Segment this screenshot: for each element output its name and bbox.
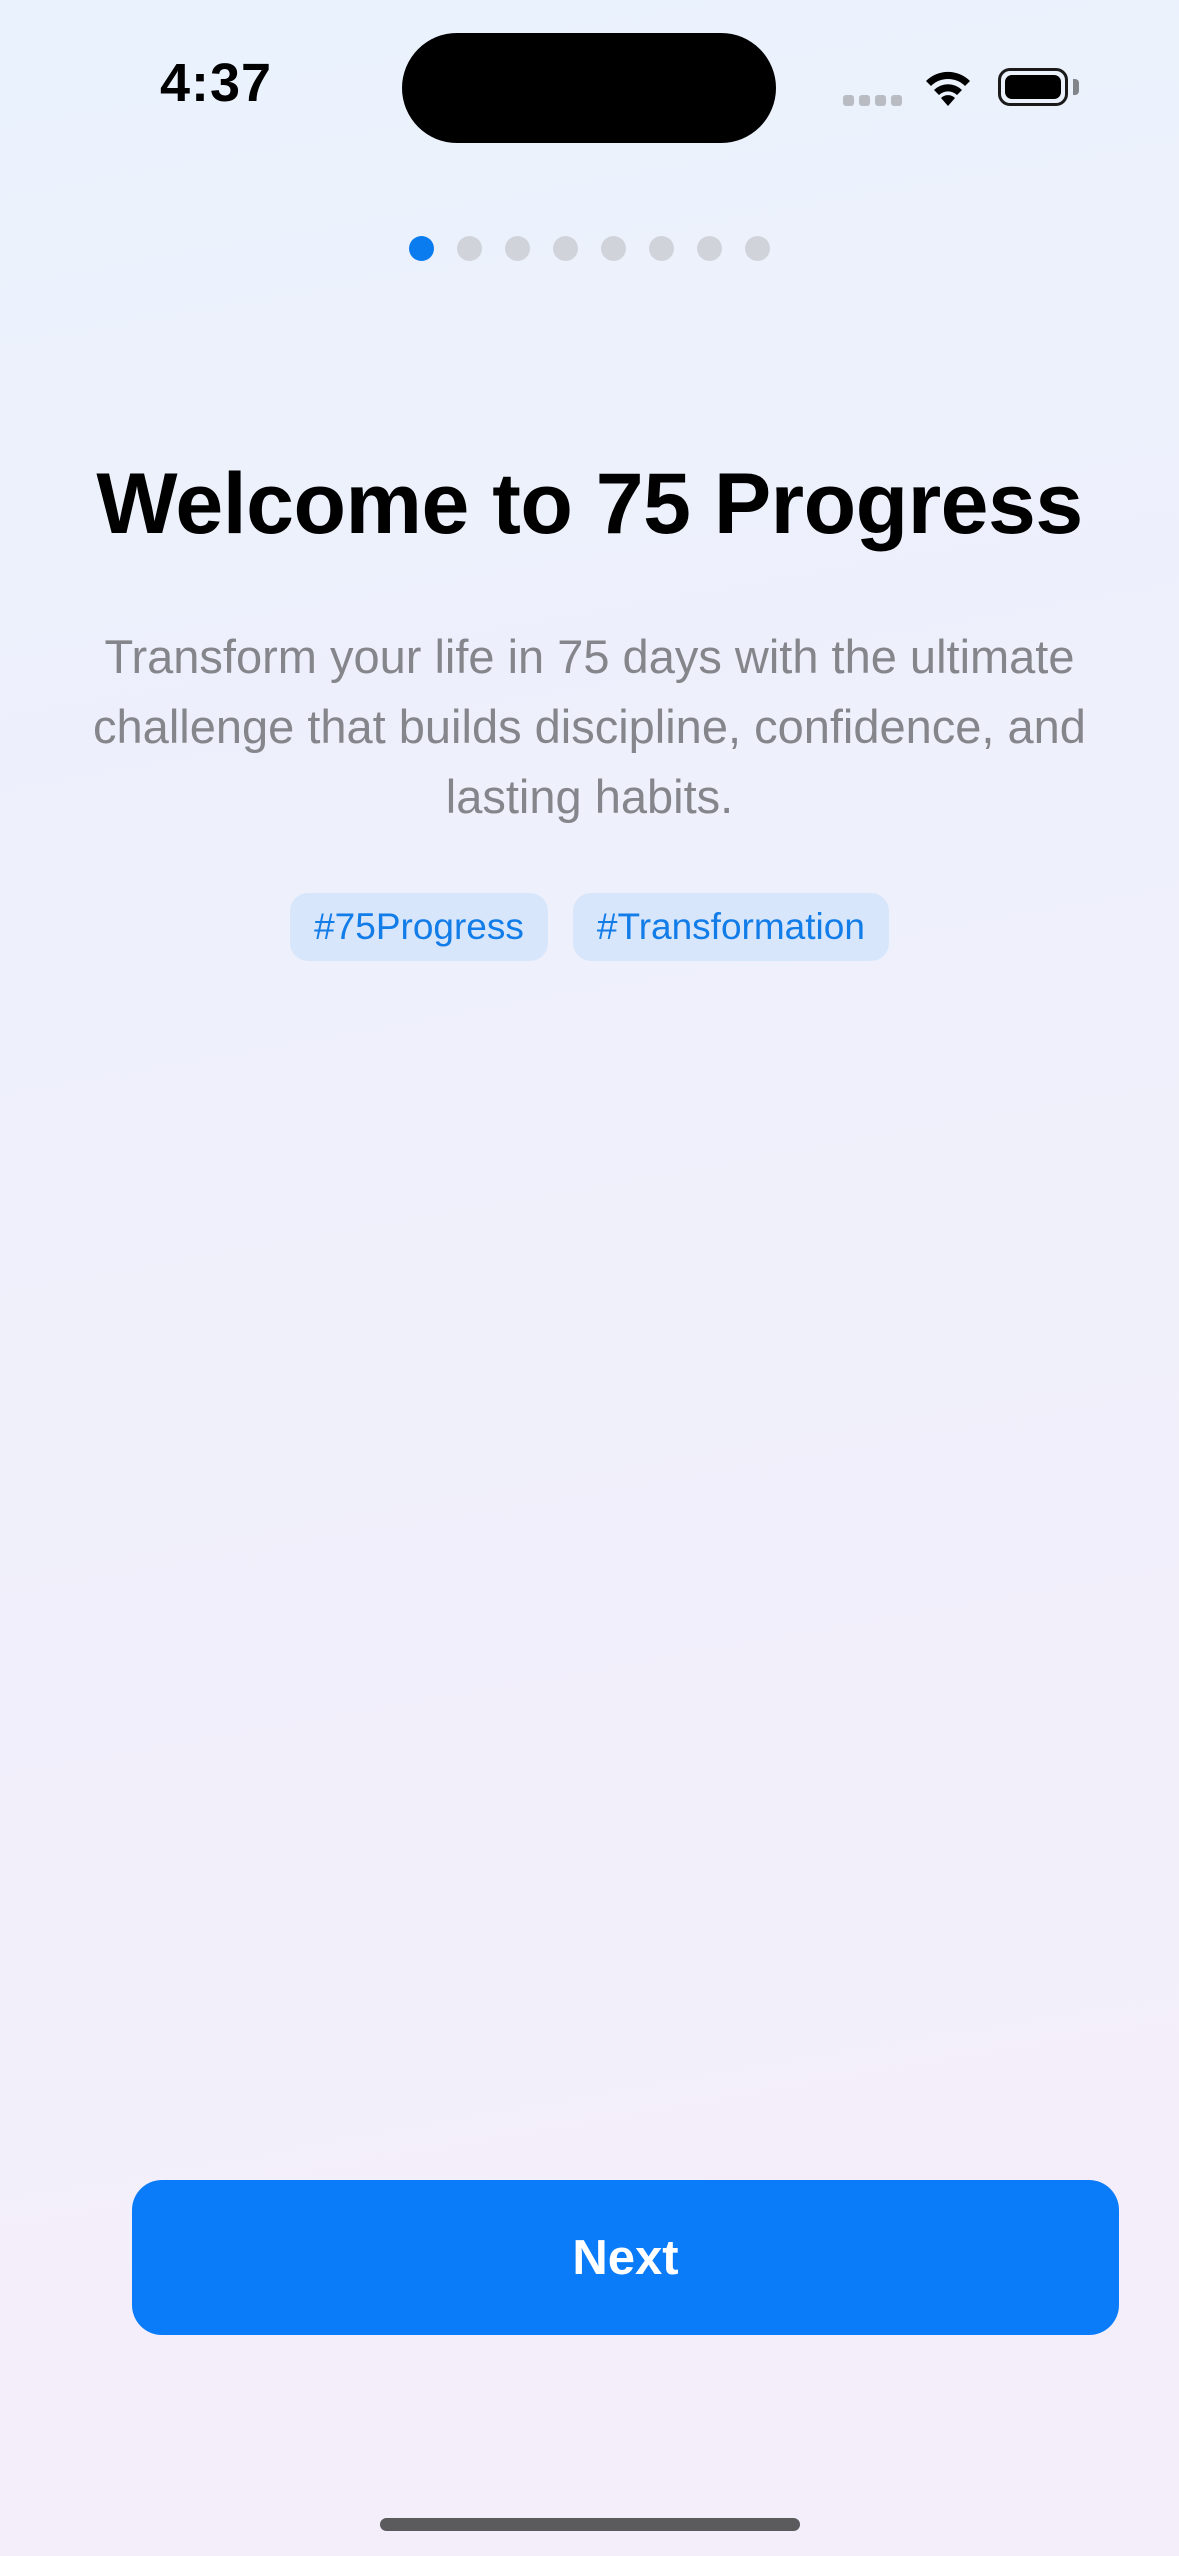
- status-time: 4:37: [160, 53, 273, 113]
- dynamic-island: [402, 33, 776, 143]
- page-dot[interactable]: [553, 236, 578, 261]
- cellular-signal-icon: [843, 93, 907, 111]
- home-indicator[interactable]: [380, 2518, 800, 2531]
- page-dot[interactable]: [745, 236, 770, 261]
- page-dot[interactable]: [601, 236, 626, 261]
- page-dot[interactable]: [697, 236, 722, 261]
- page-dot-active[interactable]: [409, 236, 434, 261]
- page-title: Welcome to 75 Progress: [96, 456, 1083, 552]
- wifi-icon: [922, 66, 974, 108]
- hashtag-list: #75Progress #Transformation: [0, 893, 1179, 961]
- page-indicator[interactable]: [0, 236, 1179, 261]
- next-button[interactable]: Next: [132, 2180, 1119, 2335]
- page-dot[interactable]: [649, 236, 674, 261]
- battery-icon: [998, 68, 1068, 106]
- battery-cap: [1073, 79, 1079, 95]
- hashtag-badge: #Transformation: [572, 893, 889, 961]
- page-subtitle: Transform your life in 75 days with the …: [93, 630, 1086, 823]
- page-dot[interactable]: [505, 236, 530, 261]
- page-dot[interactable]: [457, 236, 482, 261]
- hashtag-badge: #75Progress: [290, 893, 548, 961]
